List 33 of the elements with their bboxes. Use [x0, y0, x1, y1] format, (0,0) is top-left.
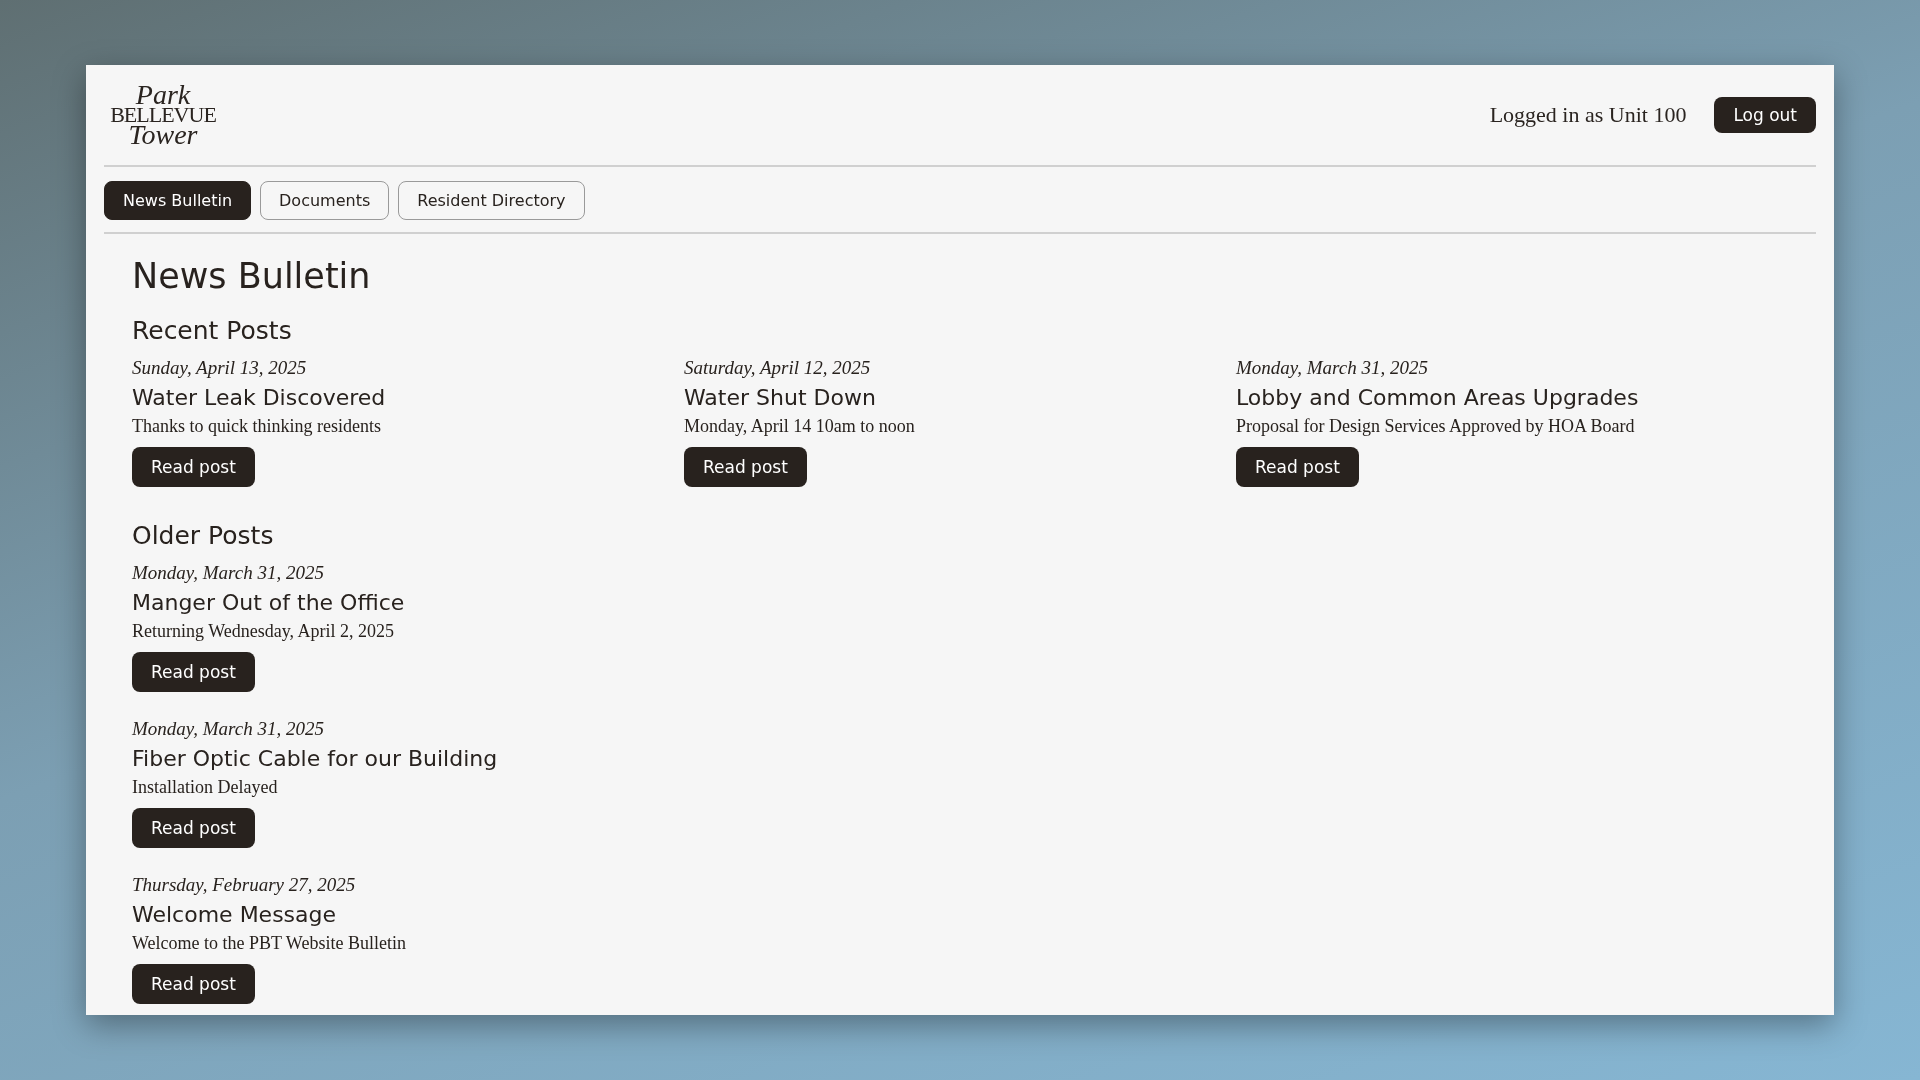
post-title: Water Shut Down: [684, 385, 877, 410]
read-post-button[interactable]: Read post: [132, 964, 255, 1004]
post-date: Saturday, April 12, 2025: [684, 357, 872, 379]
read-post-button[interactable]: Read post: [132, 652, 255, 692]
post-summary: Monday, April 14 10am to noon: [684, 416, 916, 437]
logo[interactable]: Park BELLEVUE Tower: [104, 83, 222, 147]
post-summary: Returning Wednesday, April 2, 2025: [132, 621, 396, 642]
section-heading: Older Posts: [132, 521, 275, 550]
post-summary: Thanks to quick thinking residents: [132, 416, 382, 437]
post-date: Monday, March 31, 2025: [1236, 357, 1429, 379]
post-summary: Welcome to the PBT Website Bulletin: [132, 933, 407, 954]
post-title: Fiber Optic Cable for our Building: [132, 746, 499, 771]
nav-tab[interactable]: News Bulletin: [104, 181, 252, 220]
read-post-button[interactable]: Read post: [132, 447, 255, 487]
post-title: Water Leak Discovered: [132, 385, 387, 410]
read-post-button[interactable]: Read post: [132, 808, 255, 848]
read-post-button[interactable]: Read post: [684, 447, 807, 487]
post-title: Lobby and Common Areas Upgrades: [1236, 385, 1640, 410]
post-summary: Installation Delayed: [132, 777, 279, 798]
logged-in-label: Logged in as Unit 100: [1489, 102, 1687, 128]
post-date: Sunday, April 13, 2025: [132, 357, 308, 379]
section-heading: Recent Posts: [132, 316, 293, 345]
post-date: Monday, March 31, 2025: [132, 562, 325, 584]
page-title: News Bulletin: [132, 256, 372, 296]
nav-tab[interactable]: Documents: [260, 181, 390, 220]
post-title: Welcome Message: [132, 902, 338, 927]
post-date: Thursday, February 27, 2025: [132, 874, 357, 896]
post-date: Monday, March 31, 2025: [132, 718, 325, 740]
nav-tab[interactable]: Resident Directory: [398, 181, 585, 220]
logout-button[interactable]: Log out: [1714, 97, 1816, 133]
post-title: Manger Out of the Office: [132, 590, 406, 615]
read-post-button[interactable]: Read post: [1236, 447, 1359, 487]
post-summary: Proposal for Design Services Approved by HOA Board: [1236, 416, 1636, 437]
